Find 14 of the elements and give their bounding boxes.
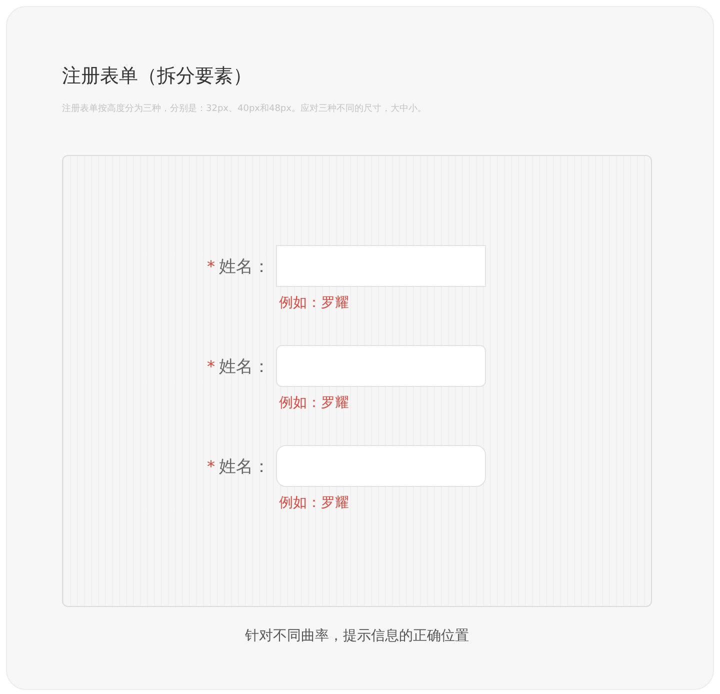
required-mark: *	[207, 456, 215, 476]
input-field[interactable]	[276, 445, 486, 487]
form-title: 注册表单（拆分要素）	[62, 64, 253, 89]
input-field[interactable]	[276, 345, 486, 387]
caption: 针对不同曲率，提示信息的正确位置	[244, 627, 470, 645]
hint-text: 例如：罗耀	[279, 294, 350, 312]
field-label: 姓名：	[219, 456, 270, 478]
field-label: 姓名：	[219, 256, 270, 278]
field-label: 姓名：	[219, 356, 270, 378]
input-field[interactable]	[276, 245, 486, 287]
hint-text: 例如：罗耀	[279, 494, 350, 512]
hint-text: 例如：罗耀	[279, 394, 350, 412]
required-mark: *	[207, 256, 215, 276]
required-mark: *	[207, 356, 215, 376]
